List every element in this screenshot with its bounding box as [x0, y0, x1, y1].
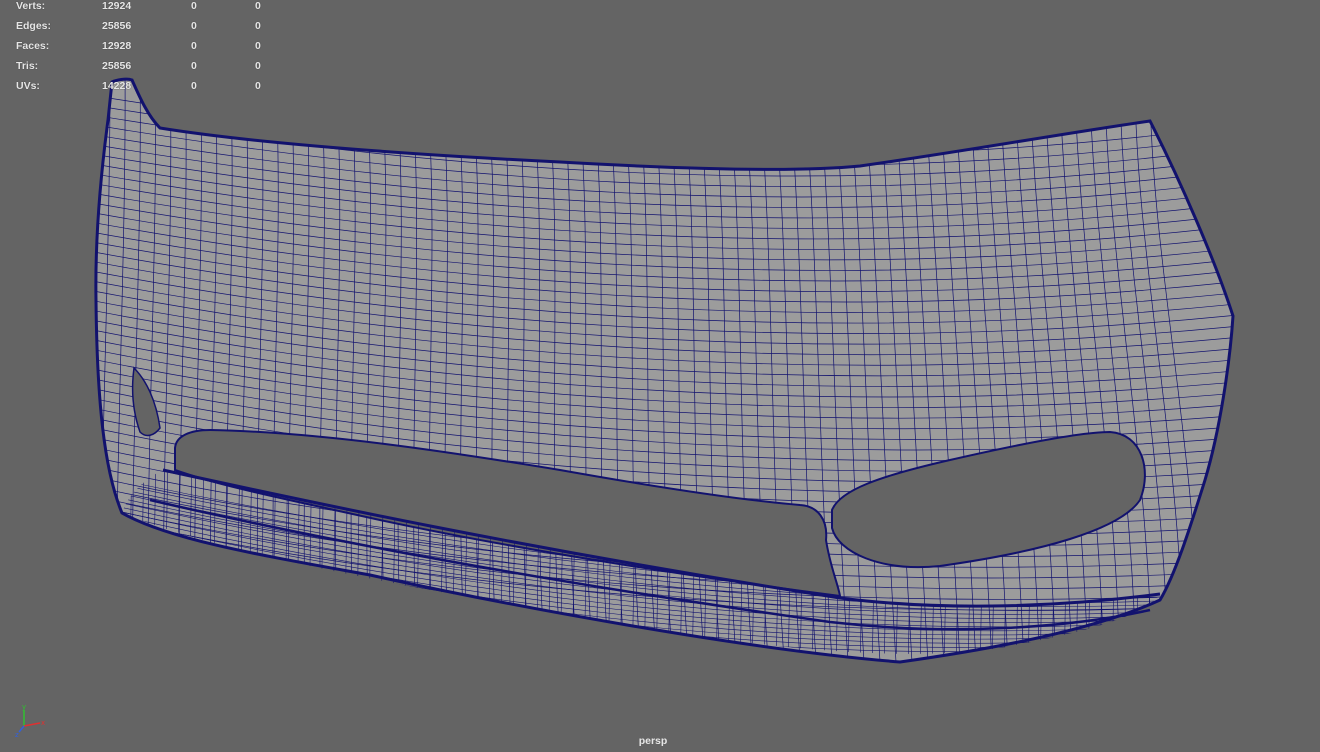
hud-row-faces: Faces: 12928 0 0 — [0, 40, 300, 60]
poly-count-hud: Verts: 12924 0 0 Edges: 25856 0 0 Faces:… — [0, 0, 300, 100]
hud-label: Faces: — [16, 40, 50, 52]
hud-label: Tris: — [16, 60, 39, 72]
hud-selected-component: 0 — [255, 20, 261, 32]
hud-label: Edges: — [16, 20, 52, 32]
hud-selected: 0 — [191, 80, 197, 92]
hud-selected-component: 0 — [255, 80, 261, 92]
hud-total: 12928 — [102, 40, 132, 52]
hud-row-edges: Edges: 25856 0 0 — [0, 20, 300, 40]
hud-row-tris: Tris: 25856 0 0 — [0, 60, 300, 80]
svg-text:x: x — [41, 719, 45, 727]
perspective-viewport[interactable]: Verts: 12924 0 0 Edges: 25856 0 0 Faces:… — [0, 0, 1320, 752]
svg-text:y: y — [22, 703, 26, 711]
hud-total: 12924 — [102, 0, 132, 12]
hud-selected-component: 0 — [255, 60, 261, 72]
hud-selected: 0 — [191, 60, 197, 72]
hud-total: 14228 — [102, 80, 132, 92]
hud-label: UVs: — [16, 80, 40, 92]
hud-selected: 0 — [191, 0, 197, 12]
xyz-axis-gizmo-icon: y x z — [15, 703, 45, 738]
bumper-mesh-wireframe[interactable] — [0, 0, 1320, 752]
hud-selected-component: 0 — [255, 0, 261, 12]
hud-selected-component: 0 — [255, 40, 261, 52]
hud-row-verts: Verts: 12924 0 0 — [0, 0, 300, 20]
hud-total: 25856 — [102, 60, 132, 72]
camera-name-label: persp — [638, 735, 668, 747]
hud-row-uvs: UVs: 14228 0 0 — [0, 80, 300, 100]
hud-selected: 0 — [191, 20, 197, 32]
hud-total: 25856 — [102, 20, 132, 32]
hud-label: Verts: — [16, 0, 46, 12]
hud-selected: 0 — [191, 40, 197, 52]
